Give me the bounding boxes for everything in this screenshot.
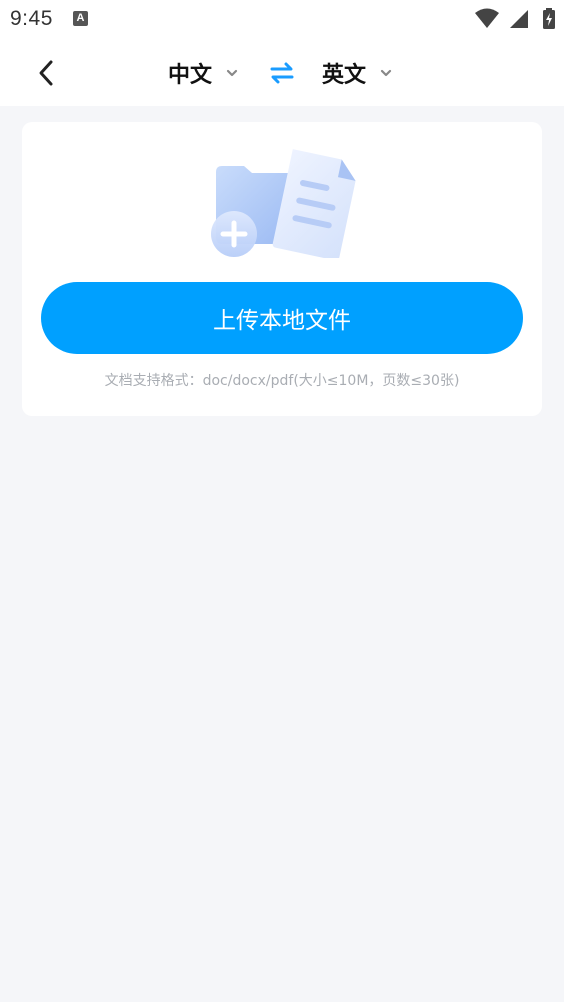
signal-icon	[510, 10, 528, 28]
chevron-down-icon	[226, 69, 238, 77]
swap-languages-button[interactable]	[268, 60, 296, 86]
format-hint: 文档支持格式：doc/docx/pdf(大小≤10M，页数≤30张)	[104, 373, 460, 389]
notification-a-icon: A	[73, 11, 88, 26]
back-button[interactable]	[28, 54, 64, 92]
upload-card: 上传本地文件 文档支持格式：doc/docx/pdf(大小≤10M，页数≤30张…	[22, 122, 542, 416]
target-language-label: 英文	[322, 63, 367, 88]
nav-bar: 中文 英文	[0, 40, 564, 106]
upload-local-file-button[interactable]: 上传本地文件	[41, 282, 523, 354]
status-bar: 9:45 A	[0, 0, 564, 40]
folder-document-add-icon	[211, 149, 356, 258]
target-language-selector[interactable]: 英文	[322, 58, 392, 88]
status-time: 9:45	[10, 7, 53, 30]
source-language-selector[interactable]: 中文	[168, 58, 238, 88]
swap-arrows-icon	[270, 62, 294, 84]
wifi-icon	[475, 8, 499, 28]
chevron-down-icon	[380, 69, 392, 77]
chevron-left-icon	[39, 60, 53, 86]
battery-charging-icon	[543, 8, 555, 29]
source-language-label: 中文	[168, 63, 213, 88]
